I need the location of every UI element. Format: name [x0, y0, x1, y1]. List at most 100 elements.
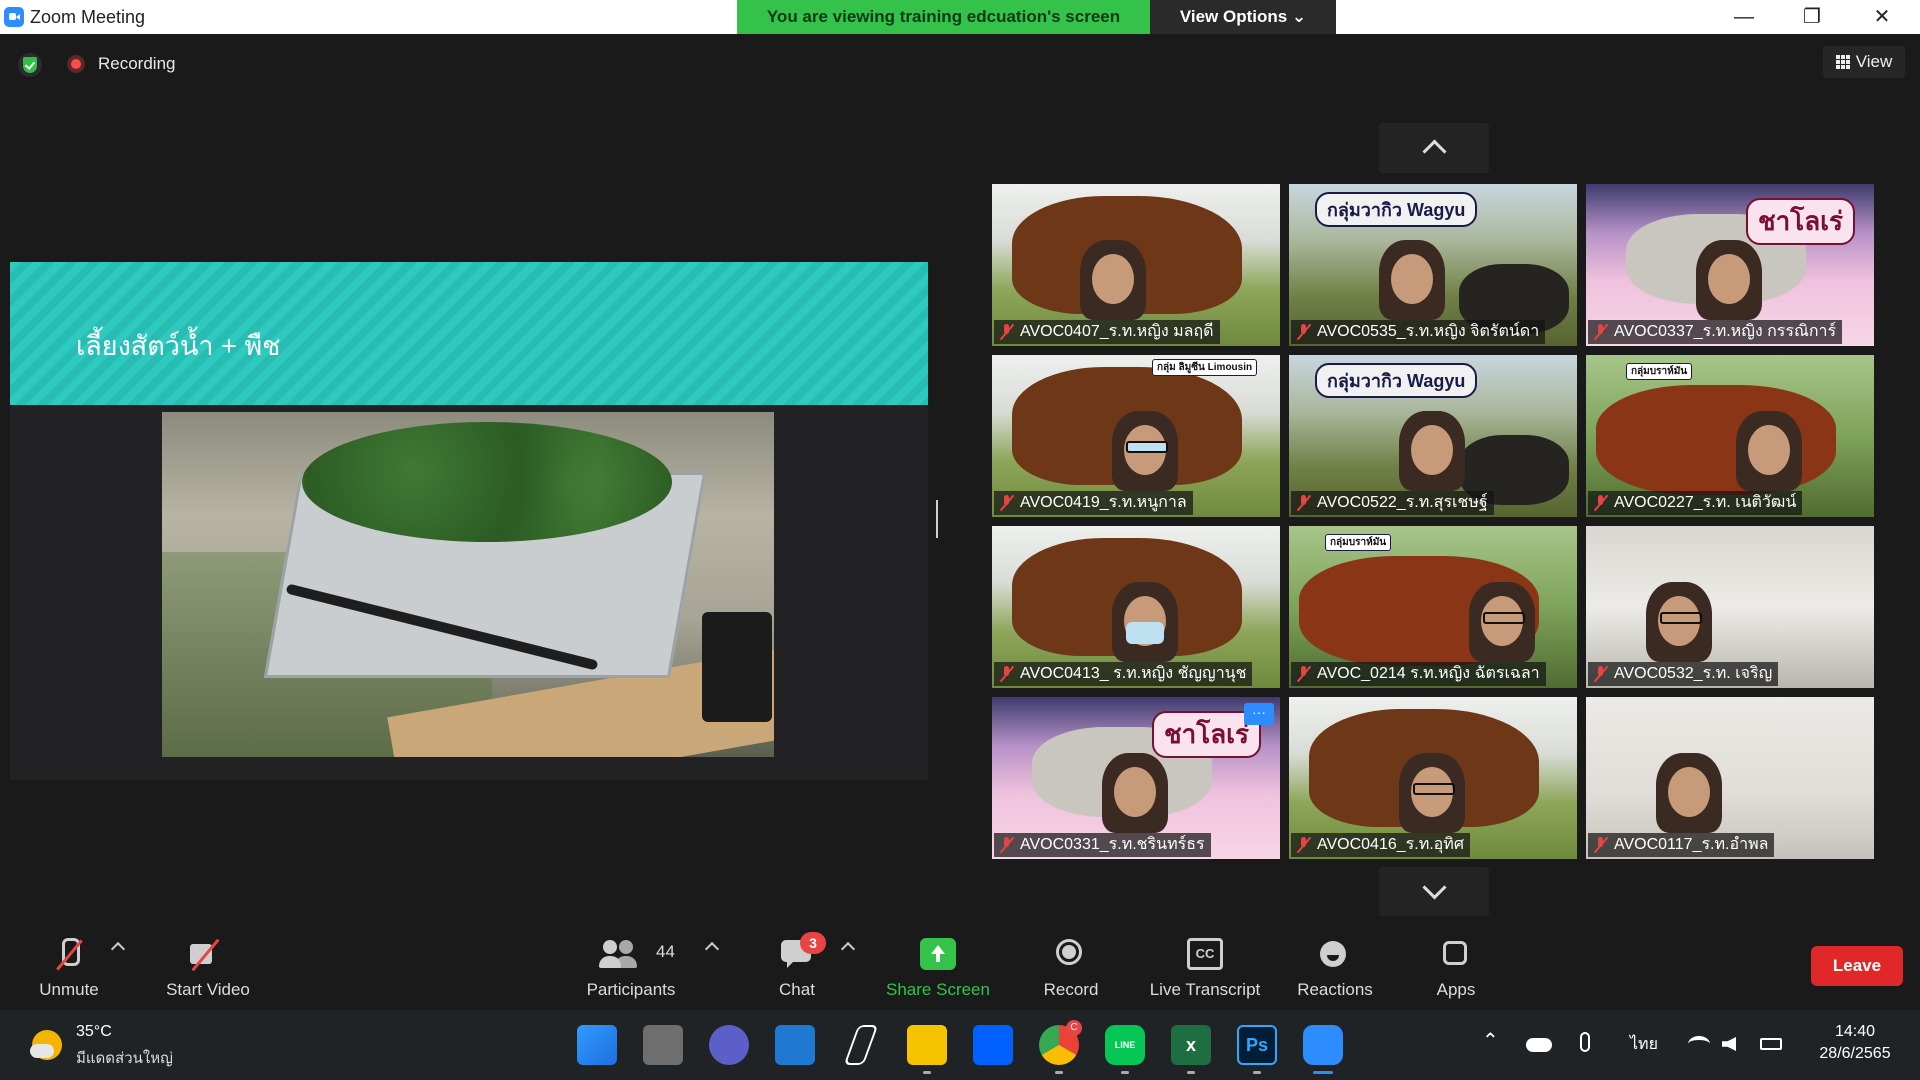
participant-video — [1469, 582, 1535, 662]
participant-name: AVOC0522_ร.ท.สุรเชษฐ์ — [1291, 491, 1494, 515]
shared-screen[interactable]: เลี้ยงสัตว์น้ำ + พืช — [10, 262, 928, 780]
record-button[interactable]: Record — [1006, 918, 1136, 1004]
start-menu-icon[interactable] — [577, 1025, 617, 1065]
mic-muted-icon — [1297, 666, 1311, 682]
video-tile[interactable]: AVOC0532_ร.ท. เจริญ — [1586, 526, 1874, 688]
mic-muted-icon — [1594, 837, 1608, 853]
wifi-icon[interactable] — [1688, 1036, 1710, 1052]
close-button[interactable]: ✕ — [1852, 0, 1912, 34]
mic-muted-icon — [1594, 666, 1608, 682]
black-bucket — [702, 612, 772, 722]
microphone-in-use-icon[interactable] — [1580, 1032, 1590, 1052]
input-language[interactable]: ไทย — [1630, 1032, 1658, 1057]
slide-title: เลี้ยงสัตว์น้ำ + พืช — [76, 331, 281, 361]
video-tile[interactable]: AVOC0413_ ร.ท.หญิง ชัญญานุช — [992, 526, 1280, 688]
onedrive-cloud-icon[interactable] — [1526, 1038, 1552, 1052]
video-tile[interactable]: กลุ่มวากิว Wagyu AVOC0535_ร.ท.หญิง จิตรั… — [1289, 184, 1577, 346]
start-video-button[interactable]: Start Video — [143, 918, 273, 1004]
background-sign: กลุ่มบราห์มัน — [1626, 363, 1693, 380]
participant-name-text: AVOC0532_ร.ท. เจริญ — [1614, 665, 1773, 682]
weather-condition[interactable]: มีแดดส่วนใหญ่ — [76, 1046, 173, 1070]
unmute-button[interactable]: Unmute — [4, 918, 134, 1004]
participant-name: AVOC0117_ร.ท.อำพล — [1588, 833, 1775, 857]
grid-icon — [1835, 55, 1850, 69]
participants-options-caret-icon[interactable] — [704, 941, 720, 957]
encryption-shield-icon[interactable] — [18, 53, 42, 77]
recording-dot-icon[interactable] — [67, 55, 85, 73]
participant-name-text: AVOC0416_ร.ท.อุทิศ — [1317, 836, 1464, 853]
window-title: Zoom Meeting — [30, 7, 146, 27]
live-transcript-button[interactable]: CC Live Transcript — [1135, 918, 1275, 1004]
video-tile[interactable]: กลุ่มบราห์มัน AVOC0227_ร.ท. เนติวัฒน์ — [1586, 355, 1874, 517]
view-layout-button[interactable]: View — [1823, 46, 1905, 78]
shield-icon — [23, 57, 37, 73]
apps-button[interactable]: Apps — [1391, 918, 1521, 1004]
participant-video — [1112, 582, 1178, 662]
task-view-icon[interactable] — [643, 1025, 683, 1065]
shortcut-app-icon[interactable] — [843, 1025, 879, 1065]
video-tile[interactable]: AVOC0407_ร.ท.หญิง มลฤดี — [992, 184, 1280, 346]
zoom-taskbar-icon[interactable] — [1303, 1025, 1343, 1065]
participant-video — [1399, 411, 1465, 491]
video-tile[interactable]: ชาโลเร่ ··· AVOC0331_ร.ท.ชรินทร์ธร — [992, 697, 1280, 859]
gallery-page-down-button[interactable] — [1379, 867, 1489, 917]
participant-name: AVOC_0214 ร.ท.หญิง ฉัตรเฉลา — [1291, 662, 1546, 686]
share-screen-icon — [920, 938, 956, 970]
participant-name: AVOC0535_ร.ท.หญิง จิตรัตน์ดา — [1291, 320, 1546, 344]
reactions-button[interactable]: Reactions — [1270, 918, 1400, 1004]
chat-button[interactable]: Chat — [732, 918, 862, 1004]
file-explorer-icon[interactable] — [907, 1025, 947, 1065]
video-tile[interactable]: กลุ่มบราห์มัน AVOC_0214 ร.ท.หญิง ฉัตรเฉล… — [1289, 526, 1577, 688]
mic-muted-icon — [1297, 837, 1311, 853]
live-transcript-label: Live Transcript — [1149, 980, 1261, 999]
video-tile[interactable]: กลุ่มวากิว Wagyu AVOC0522_ร.ท.สุรเชษฐ์ — [1289, 355, 1577, 517]
mail-icon[interactable] — [775, 1025, 815, 1065]
gallery-page-up-button[interactable] — [1379, 123, 1489, 173]
volume-icon[interactable] — [1722, 1037, 1736, 1051]
teams-chat-icon[interactable] — [709, 1025, 749, 1065]
more-options-button[interactable]: ··· — [1244, 703, 1274, 725]
meeting-controls: Unmute Start Video Participants 44 Chat … — [0, 916, 1920, 1008]
start-video-label: Start Video — [166, 980, 250, 999]
dropbox-icon[interactable] — [973, 1025, 1013, 1065]
maximize-button[interactable]: ❐ — [1782, 0, 1842, 34]
taskbar-clock[interactable]: 14:40 28/6/2565 — [1800, 1021, 1910, 1065]
share-screen-button[interactable]: Share Screen — [873, 918, 1003, 1004]
mic-muted-icon — [1297, 495, 1311, 511]
battery-icon[interactable] — [1760, 1038, 1782, 1050]
mic-muted-icon — [1297, 324, 1311, 340]
minimize-button[interactable]: — — [1714, 0, 1774, 34]
video-tile[interactable]: กลุ่ม ลิมูซีน Limousin AVOC0419_ร.ท.หนูก… — [992, 355, 1280, 517]
participant-video — [1399, 753, 1465, 833]
video-off-icon — [190, 938, 226, 970]
recording-label[interactable]: Recording — [98, 54, 176, 74]
apps-label: Apps — [1436, 980, 1476, 999]
video-tile[interactable]: AVOC0117_ร.ท.อำพล — [1586, 697, 1874, 859]
windows-taskbar: 35°C มีแดดส่วนใหญ่ C LINE x Ps ⌃ ไทย 14:… — [0, 1010, 1920, 1080]
reactions-icon — [1317, 938, 1353, 970]
participants-label: Participants — [586, 980, 676, 999]
view-options-button[interactable]: View Options ⌄ — [1150, 0, 1336, 34]
weather-sun-icon[interactable] — [30, 1030, 62, 1060]
participant-name: AVOC0407_ร.ท.หญิง มลฤดี — [994, 320, 1220, 344]
photoshop-icon[interactable]: Ps — [1237, 1025, 1277, 1065]
excel-icon[interactable]: x — [1171, 1025, 1211, 1065]
weather-temperature[interactable]: 35°C — [76, 1023, 112, 1041]
excel-running-indicator — [1187, 1071, 1195, 1074]
tray-overflow-chevron-icon[interactable]: ⌃ — [1482, 1028, 1499, 1053]
chrome-running-indicator — [1055, 1071, 1063, 1074]
chevron-up-icon — [1422, 139, 1447, 164]
leave-button[interactable]: Leave — [1811, 946, 1903, 986]
participant-video — [1696, 240, 1762, 320]
participant-video — [1379, 240, 1445, 320]
line-icon[interactable]: LINE — [1105, 1025, 1145, 1065]
participant-name-text: AVOC0413_ ร.ท.หญิง ชัญญานุช — [1020, 665, 1247, 682]
video-tile[interactable]: AVOC0416_ร.ท.อุทิศ — [1289, 697, 1577, 859]
participant-name: AVOC0227_ร.ท. เนติวัฒน์ — [1588, 491, 1803, 515]
reactions-label: Reactions — [1297, 980, 1373, 999]
strawberry-plants — [302, 422, 672, 542]
video-tile[interactable]: ชาโลเร่ AVOC0337_ร.ท.หญิง กรรณิการ์ — [1586, 184, 1874, 346]
participants-button[interactable]: Participants — [566, 918, 696, 1004]
split-divider-handle[interactable] — [936, 500, 938, 538]
background-sign: ชาโลเร่ — [1746, 198, 1855, 245]
